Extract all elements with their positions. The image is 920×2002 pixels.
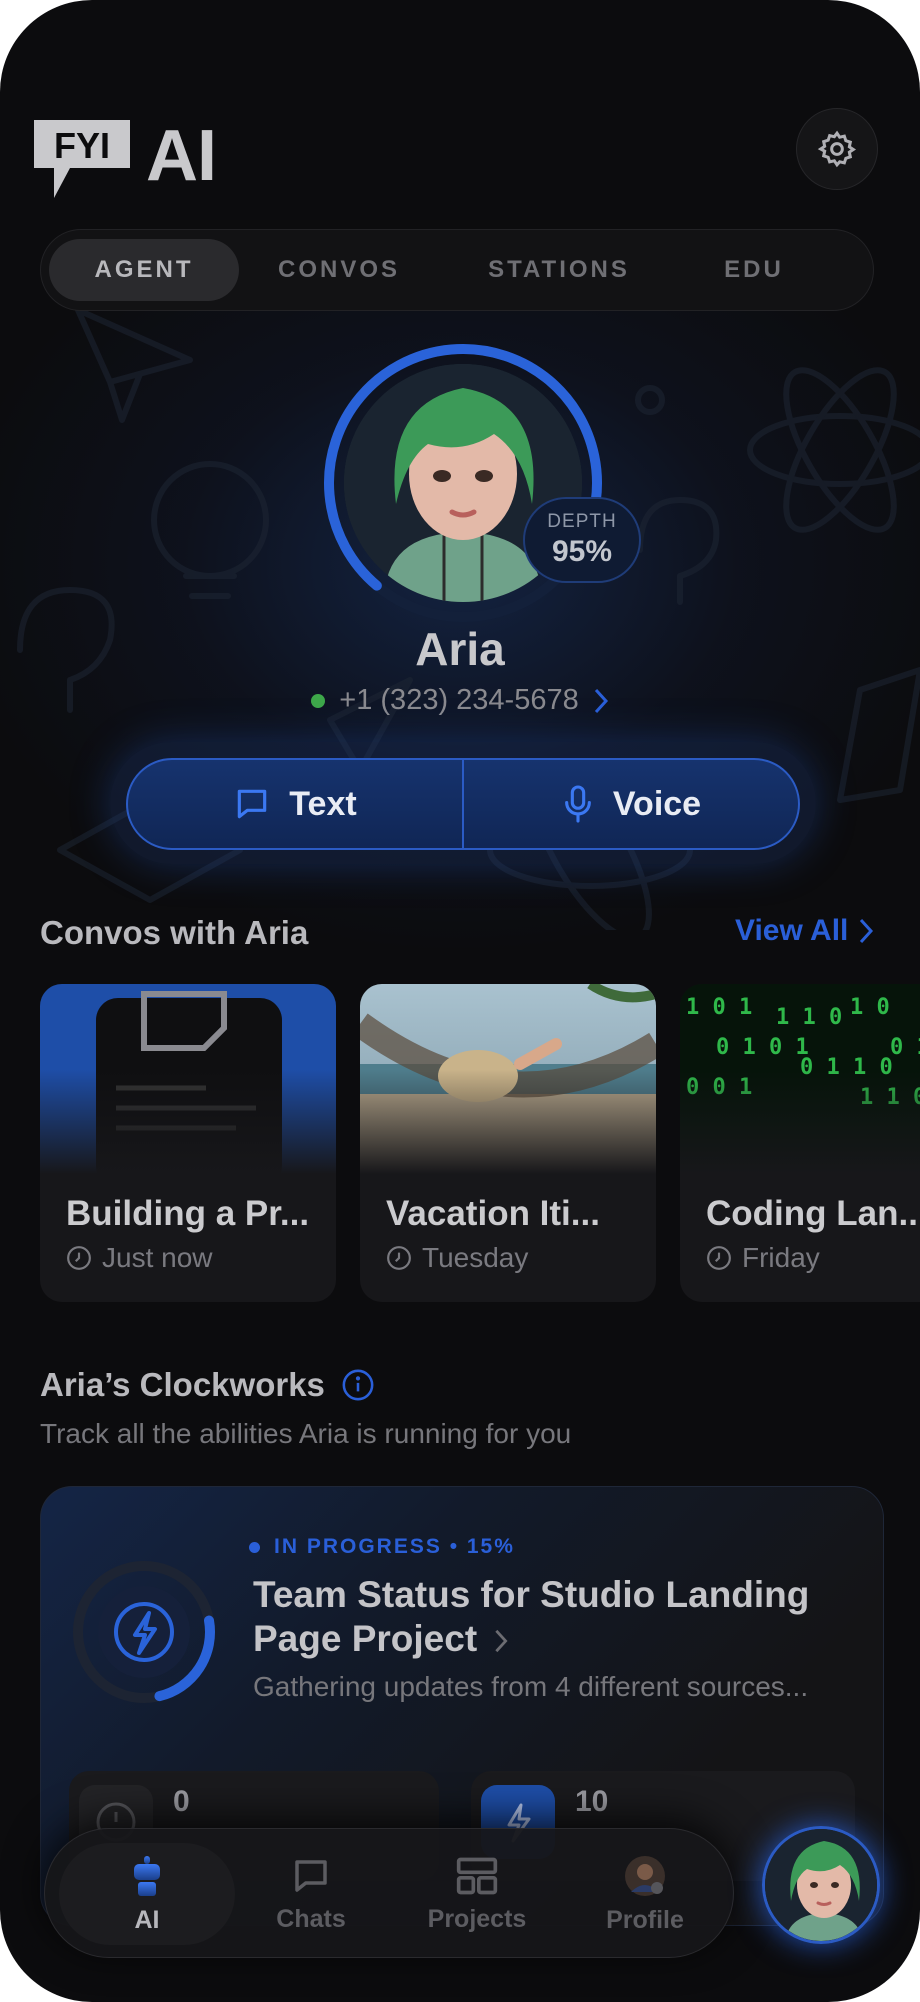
task-title: Team Status for Studio Landing Page Proj… <box>253 1573 863 1661</box>
clockworks-subtitle: Track all the abilities Aria is running … <box>40 1418 572 1449</box>
agent-phone-row[interactable]: +1 (323) 234-5678 <box>0 684 920 717</box>
layout-grid-icon <box>456 1857 498 1894</box>
logo-badge-text: FYI <box>54 125 110 166</box>
depth-label: DEPTH <box>547 511 617 532</box>
agent-phone-number: +1 (323) 234-5678 <box>339 684 579 716</box>
tab-convos[interactable]: CONVOS <box>239 239 439 301</box>
convo-card-time-label: Friday <box>742 1242 820 1273</box>
app-screen: FYI AI AGENT CONVOS STATIONS EDU DEPTH 9… <box>0 0 920 2002</box>
convo-card-title: Coding Lan... <box>706 1194 920 1233</box>
convo-card-time: Friday <box>706 1242 820 1274</box>
convo-card-title: Vacation Iti... <box>386 1194 600 1233</box>
profile-avatar-icon <box>625 1855 665 1896</box>
convo-card-time: Just now <box>66 1242 213 1274</box>
convo-card-time: Tuesday <box>386 1242 528 1274</box>
robot-icon <box>134 1855 160 1896</box>
convo-card[interactable]: Building a Pr... Just now <box>40 984 336 1302</box>
clock-icon <box>67 1246 91 1270</box>
logo-badge-shape: FYI <box>34 120 130 198</box>
task-progress-ring <box>73 1561 215 1703</box>
nav-item-profile-label: Profile <box>606 1905 684 1934</box>
settings-button[interactable] <box>796 108 878 190</box>
tab-agent[interactable]: AGENT <box>49 239 239 301</box>
view-all-label: View All <box>735 914 849 947</box>
nav-item-projects-label: Projects <box>427 1904 527 1933</box>
depth-value: 95% <box>551 535 613 568</box>
convo-card[interactable]: Vacation Iti... Tuesday <box>360 984 656 1302</box>
agent-avatar[interactable] <box>318 338 608 628</box>
agent-avatar-fab[interactable] <box>762 1826 880 1944</box>
convos-section-title: Convos with Aria <box>40 914 309 951</box>
fyi-ai-logo: FYI AI <box>34 116 217 202</box>
convo-card-time-label: Tuesday <box>422 1242 529 1273</box>
task-status: IN PROGRESS • 15% <box>249 1535 515 1559</box>
nav-item-ai-label: AI <box>134 1905 160 1934</box>
avatar-image <box>765 1829 877 1941</box>
voice-button-label: Voice <box>612 784 702 823</box>
text-button-label: Text <box>289 784 357 823</box>
task-status-dot <box>249 1541 260 1553</box>
convo-card-title: Building a Pr... <box>66 1194 310 1233</box>
nav-item-ai[interactable]: AI <box>59 1829 235 1959</box>
action-buttons: Text Voice <box>126 758 800 850</box>
nav-item-projects[interactable]: Projects <box>397 1829 557 1959</box>
chevron-right-icon <box>594 688 608 713</box>
top-tab-bar: AGENT CONVOS STATIONS EDU <box>40 229 874 311</box>
tab-stations[interactable]: STATIONS <box>439 239 679 301</box>
agent-name: Aria <box>415 623 505 675</box>
nav-item-chats[interactable]: Chats <box>241 1829 381 1959</box>
convo-card[interactable]: 1 0 10 1 0 10 0 1 1 1 00 1 1 01 0 0 1 01… <box>680 984 920 1302</box>
document-icon <box>40 984 336 1174</box>
chat-bubble-icon <box>295 1859 327 1892</box>
clockworks-section-header: Aria’s Clockworks <box>40 1366 375 1404</box>
online-status-dot <box>311 693 326 708</box>
convo-cards-carousel: Building a Pr... Just now Vacation Iti..… <box>40 984 920 1302</box>
binary-code-photo: 1 0 10 1 0 10 0 1 1 1 00 1 1 01 0 0 1 01… <box>680 984 920 1174</box>
text-button[interactable]: Text <box>128 760 462 848</box>
clockworks-section-title: Aria’s Clockworks <box>40 1366 325 1403</box>
logo-text: AI <box>146 116 217 196</box>
microphone-icon <box>565 785 591 823</box>
task-description: Gathering updates from 4 different sourc… <box>253 1671 809 1702</box>
voice-button[interactable]: Voice <box>464 760 798 848</box>
chat-bubble-icon <box>238 789 267 819</box>
chevron-right-icon <box>860 918 874 944</box>
bottom-nav: AI Chats Projects Profile <box>44 1828 734 1958</box>
info-icon[interactable] <box>341 1368 375 1402</box>
task-stat-value: 0 <box>173 1785 190 1818</box>
nav-item-chats-label: Chats <box>276 1904 346 1933</box>
tab-edu[interactable]: EDU <box>679 239 829 301</box>
gear-icon <box>817 130 857 168</box>
task-title-text: Team Status for Studio Landing Page Proj… <box>253 1574 810 1659</box>
clock-icon <box>387 1246 411 1270</box>
depth-badge: DEPTH 95% <box>523 497 641 583</box>
task-stat-value: 10 <box>575 1785 609 1818</box>
chevron-right-icon <box>495 1630 508 1653</box>
task-status-label: IN PROGRESS • 15% <box>274 1535 515 1558</box>
hammock-beach-photo <box>360 984 656 1174</box>
nav-item-profile[interactable]: Profile <box>565 1829 725 1959</box>
clock-icon <box>707 1246 731 1270</box>
view-all-link[interactable]: View All <box>735 914 874 948</box>
convo-card-time-label: Just now <box>102 1242 213 1273</box>
